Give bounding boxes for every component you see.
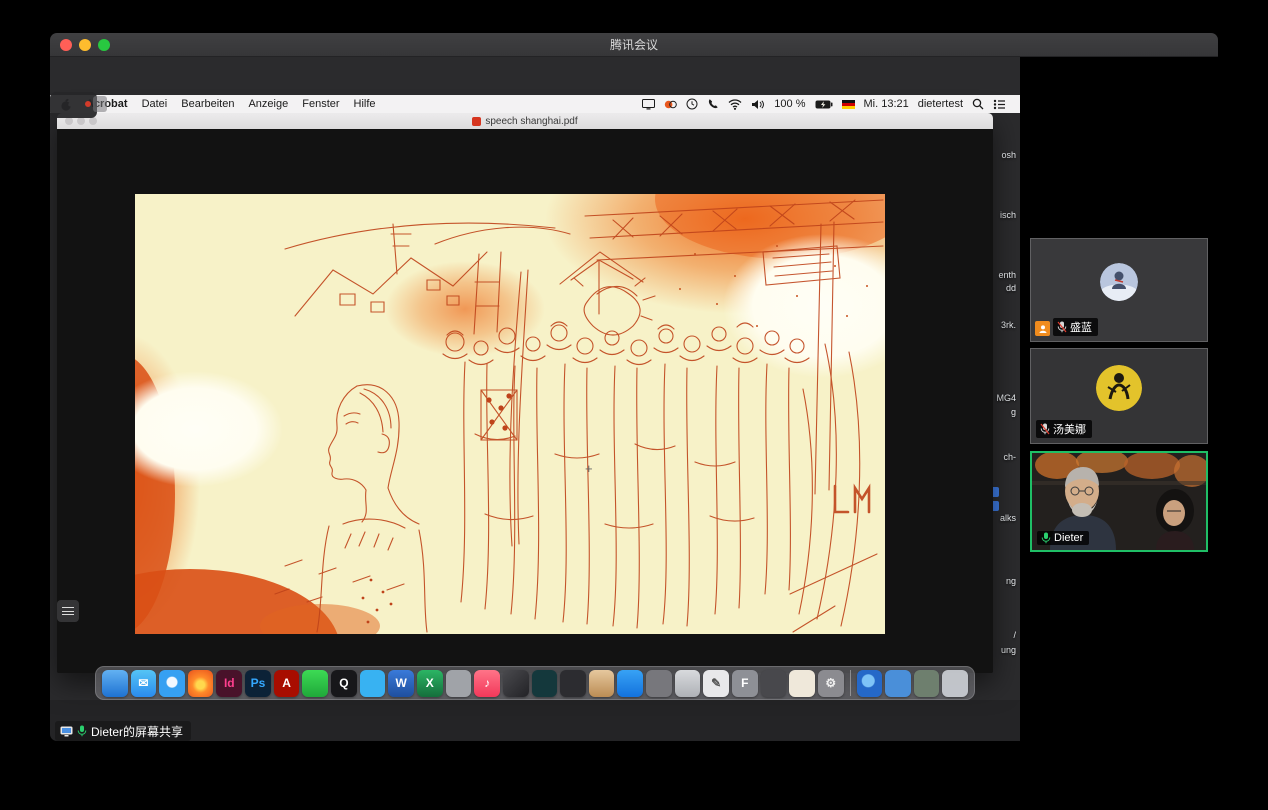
- avatar: [1096, 365, 1142, 411]
- dock-screenshot-app-icon[interactable]: [646, 670, 672, 697]
- dock-qq-icon[interactable]: Q: [331, 670, 357, 697]
- dock-system-preferences-icon[interactable]: ⚙: [818, 670, 844, 697]
- mic-active-icon: [77, 725, 87, 737]
- dock-wechat-icon[interactable]: [302, 670, 328, 697]
- dock-quicktime-icon[interactable]: [560, 670, 586, 697]
- dock-screen-sharing-icon[interactable]: [914, 670, 940, 697]
- dock-finder-icon[interactable]: [102, 670, 128, 697]
- meeting-status-icon[interactable]: [664, 99, 677, 110]
- dock-printer-icon[interactable]: [761, 670, 787, 697]
- dock-excel-icon[interactable]: X: [417, 670, 443, 697]
- mouse-cursor: +: [585, 461, 593, 476]
- pointer-overlay: [50, 92, 97, 118]
- dock-finale-icon[interactable]: F: [732, 670, 758, 697]
- pointer-overlay-fragment: [93, 96, 107, 112]
- dock-garageband-icon[interactable]: [503, 670, 529, 697]
- pdf-content: [57, 129, 993, 673]
- phone-icon[interactable]: [707, 98, 719, 110]
- dock-messages-icon[interactable]: ✉: [131, 670, 157, 697]
- volume-icon[interactable]: [751, 99, 765, 110]
- meeting-bottom-strip: [50, 700, 1020, 741]
- screen: 腾讯会议 oshischenthdd3rk.MG4gch-alksng/ung …: [0, 0, 1268, 810]
- menu-anzeige[interactable]: Anzeige: [248, 98, 288, 110]
- mac-menubar: Acrobat Datei Bearbeiten Anzeige Fenster…: [50, 95, 1020, 113]
- pdf-zoom-button[interactable]: [89, 117, 97, 125]
- monitor-icon: [60, 726, 73, 737]
- dock-paint-app-icon[interactable]: [789, 670, 815, 697]
- participant-tile-tangmeina[interactable]: 汤美娜: [1030, 348, 1208, 444]
- participant-name-label: 汤美娜: [1036, 420, 1092, 438]
- dock-facetime-icon[interactable]: [617, 670, 643, 697]
- pdf-window: speech shanghai.pdf: [57, 113, 993, 673]
- dock-design-tool-icon[interactable]: ✎: [703, 670, 729, 697]
- pdf-title: speech shanghai.pdf: [485, 116, 577, 127]
- meeting-titlebar: 腾讯会议: [50, 33, 1218, 57]
- dock-acrobat-icon[interactable]: A: [274, 670, 300, 697]
- display-menu-icon[interactable]: [642, 99, 655, 110]
- mic-muted-icon: [1057, 321, 1067, 333]
- menu-bearbeiten[interactable]: Bearbeiten: [181, 98, 234, 110]
- host-badge-icon: [1035, 321, 1050, 336]
- dock-media-dark-icon[interactable]: [532, 670, 558, 697]
- dock-indesign-icon[interactable]: Id: [216, 670, 242, 697]
- dock-cloud-app-icon[interactable]: [360, 670, 386, 697]
- avatar: [1100, 263, 1138, 301]
- dock-files-icon[interactable]: [589, 670, 615, 697]
- dock-utilities-icon[interactable]: [446, 670, 472, 697]
- battery-percent: 100 %: [774, 98, 805, 110]
- menu-hilfe[interactable]: Hilfe: [354, 98, 376, 110]
- mic-muted-icon: [1040, 423, 1050, 435]
- pdf-minimize-button[interactable]: [77, 117, 85, 125]
- spotlight-search-icon[interactable]: [972, 98, 984, 110]
- battery-icon: [815, 100, 833, 109]
- pdf-close-button[interactable]: [65, 117, 73, 125]
- participant-tile-dieter-active[interactable]: Dieter: [1030, 451, 1208, 552]
- time-machine-icon[interactable]: [686, 98, 698, 110]
- window-title: 腾讯会议: [50, 33, 1218, 57]
- list-icon: [62, 607, 74, 615]
- dock-trash-icon[interactable]: [942, 670, 968, 697]
- dock-web-browser-icon[interactable]: [857, 670, 883, 697]
- dock-network-tool-icon[interactable]: [885, 670, 911, 697]
- keyboard-layout-flag-de[interactable]: [842, 100, 855, 109]
- dock-firefox-icon[interactable]: [188, 670, 214, 697]
- record-dot-icon: [85, 101, 91, 107]
- dock-divider: [850, 670, 851, 696]
- shanghai-illustration: [135, 194, 885, 634]
- mac-dock: ✉ IdPsA Q WX ♪ ✎F ⚙: [95, 666, 975, 700]
- dock-word-icon[interactable]: W: [388, 670, 414, 697]
- meeting-window: 腾讯会议 oshischenthdd3rk.MG4gch-alksng/ung …: [50, 33, 1218, 741]
- dock-photoshop-icon[interactable]: Ps: [245, 670, 271, 697]
- menubar-account[interactable]: dietertest: [918, 98, 963, 110]
- pdf-file-icon: [472, 117, 481, 126]
- participant-name-label: 盛蓝: [1053, 318, 1098, 336]
- mic-active-icon: [1041, 532, 1051, 544]
- dock-harddrive-icon[interactable]: [675, 670, 701, 697]
- annotation-tools-button[interactable]: [57, 600, 79, 622]
- dock-safari-icon[interactable]: [159, 670, 185, 697]
- dock-music-icon[interactable]: ♪: [474, 670, 500, 697]
- participant-name-label: Dieter: [1037, 531, 1089, 545]
- wifi-icon[interactable]: [728, 99, 742, 110]
- participant-tile-shenglan[interactable]: 盛蓝: [1030, 238, 1208, 342]
- share-banner-text: Dieter的屏幕共享: [91, 723, 183, 740]
- notification-center-icon[interactable]: [993, 99, 1006, 110]
- menu-datei[interactable]: Datei: [142, 98, 168, 110]
- menu-fenster[interactable]: Fenster: [302, 98, 339, 110]
- pdf-titlebar: speech shanghai.pdf: [57, 113, 993, 129]
- screen-share-banner: Dieter的屏幕共享: [55, 721, 191, 741]
- menubar-clock[interactable]: Mi. 13:21: [864, 98, 909, 110]
